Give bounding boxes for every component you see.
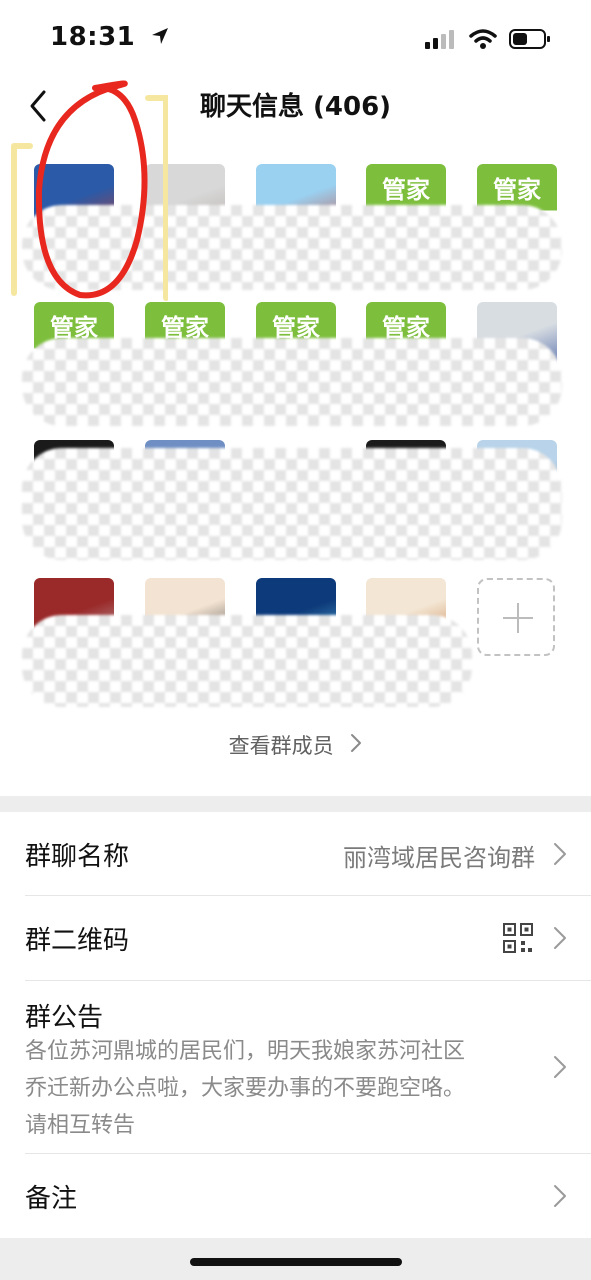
qr-code-icon xyxy=(503,923,533,953)
section-divider xyxy=(0,796,591,812)
chevron-right-icon xyxy=(554,927,566,949)
redaction-mosaic xyxy=(22,615,472,707)
group-name-value: 丽湾域居民咨询群 xyxy=(343,844,535,872)
nav-bar: 聊天信息 (406) xyxy=(0,80,591,132)
page-title: 聊天信息 (406) xyxy=(199,92,392,122)
group-qr-row[interactable]: 群二维码 xyxy=(0,896,591,980)
group-notice-row[interactable]: 群公告 各位苏河鼎城的居民们，明天我娘家苏河社区 乔迁新办公点啦，大家要办事的不… xyxy=(0,981,591,1153)
remark-row[interactable]: 备注 xyxy=(0,1154,591,1236)
group-notice-label: 群公告 xyxy=(25,1003,104,1033)
chevron-right-icon xyxy=(554,1056,566,1078)
location-arrow-icon xyxy=(151,28,168,44)
chevron-right-icon xyxy=(554,1185,566,1207)
group-name-label: 群聊名称 xyxy=(25,842,130,872)
redaction-mosaic xyxy=(22,448,562,560)
status-icons xyxy=(425,28,551,50)
chevron-right-icon xyxy=(351,734,362,752)
redaction-mosaic xyxy=(22,338,562,426)
chevron-right-icon xyxy=(554,843,566,865)
battery-icon xyxy=(509,29,550,49)
add-member-button[interactable] xyxy=(477,578,555,656)
avatar-label: 管家 xyxy=(493,176,541,204)
group-qr-label: 群二维码 xyxy=(25,926,130,956)
home-indicator xyxy=(190,1258,402,1266)
signal-icon xyxy=(425,30,454,49)
group-notice-text: 各位苏河鼎城的居民们，明天我娘家苏河社区 乔迁新办公点啦，大家要办事的不要跑空咯… xyxy=(25,1039,466,1138)
redaction-mosaic xyxy=(22,205,562,290)
avatar-label: 管家 xyxy=(382,176,430,204)
view-all-members-link[interactable]: 查看群成员 xyxy=(0,730,591,760)
group-name-row[interactable]: 群聊名称 丽湾域居民咨询群 xyxy=(0,812,591,896)
status-bar: 18:31 xyxy=(0,0,591,80)
wifi-icon xyxy=(469,29,497,49)
status-time: 18:31 xyxy=(50,22,171,52)
remark-label: 备注 xyxy=(25,1184,78,1214)
